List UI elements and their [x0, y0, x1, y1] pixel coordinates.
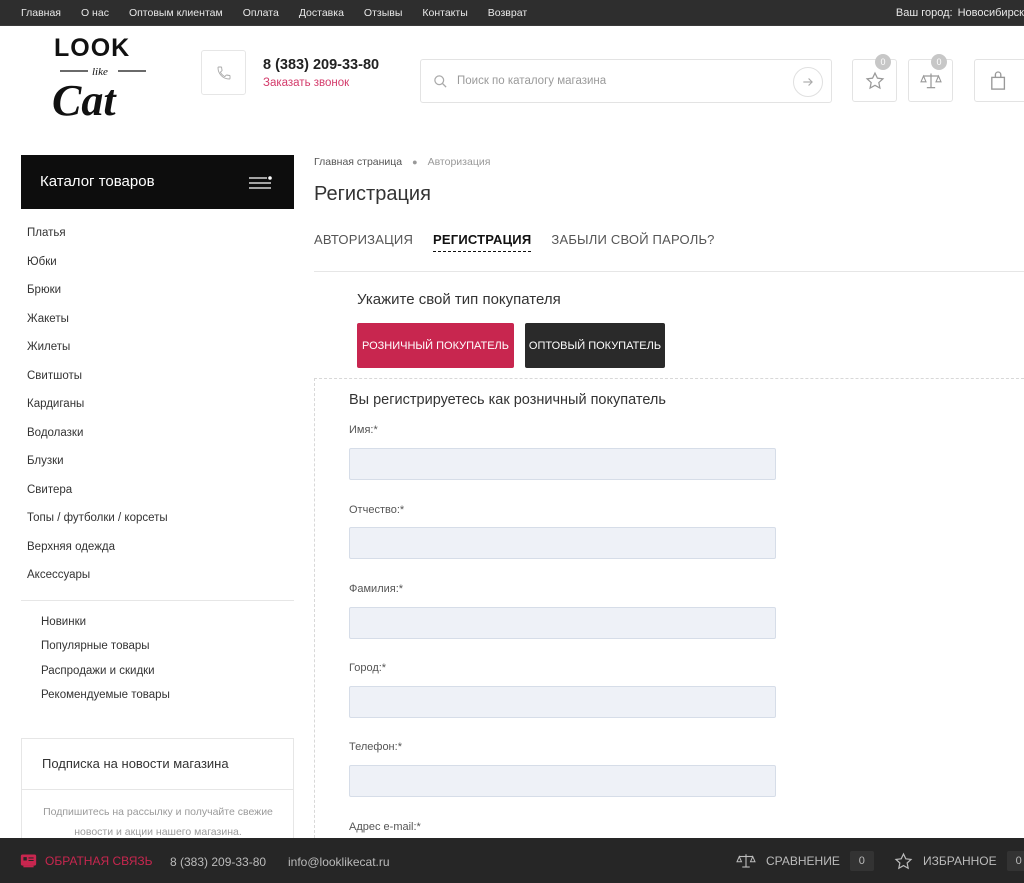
footer-favorites-count: 0 — [1006, 851, 1024, 871]
category-item[interactable]: Свитшоты — [27, 369, 287, 398]
category-item[interactable]: Кардиганы — [27, 397, 287, 426]
top-nav: Главная О нас Оптовым клиентам Оплата До… — [21, 0, 547, 26]
category-item[interactable]: Жакеты — [27, 312, 287, 341]
category-item[interactable]: Жилеты — [27, 340, 287, 369]
category-item[interactable]: Водолазки — [27, 426, 287, 455]
subscribe-divider — [22, 789, 293, 790]
breadcrumb: Главная страница ● Авторизация — [314, 156, 490, 168]
category-item[interactable]: Аксессуары — [27, 568, 287, 597]
feedback-button[interactable]: ОБРАТНАЯ СВЯЗЬ — [20, 852, 153, 869]
site-logo[interactable]: LOOK like Cat — [48, 33, 160, 129]
sub-link-new[interactable]: Новинки — [41, 615, 170, 639]
first-name-field[interactable] — [349, 448, 776, 480]
city-label: Ваш город: — [895, 7, 953, 19]
compare-count-badge: 0 — [931, 54, 947, 70]
buyer-type-title: Укажите свой тип покупателя — [357, 291, 561, 308]
last-name-label: Фамилия:* — [349, 583, 404, 595]
tab-register[interactable]: РЕГИСТРАЦИЯ — [433, 232, 532, 252]
email-label: Адрес e-mail:* — [349, 821, 421, 833]
auth-tabs: АВТОРИЗАЦИЯ РЕГИСТРАЦИЯ ЗАБЫЛИ СВОЙ ПАРО… — [314, 232, 735, 252]
phone-button[interactable] — [201, 50, 246, 95]
patronymic-field[interactable] — [349, 527, 776, 559]
callback-link[interactable]: Заказать звонок — [263, 77, 349, 89]
category-item[interactable]: Верхняя одежда — [27, 540, 287, 569]
category-item[interactable]: Свитера — [27, 483, 287, 512]
first-name-label: Имя:* — [349, 424, 378, 436]
category-item[interactable]: Платья — [27, 226, 287, 255]
footer-compare-label: СРАВНЕНИЕ — [766, 854, 840, 868]
search-input[interactable] — [457, 60, 787, 102]
city-value[interactable]: Новосибирск — [958, 7, 1024, 19]
category-item[interactable]: Брюки — [27, 283, 287, 312]
retail-buyer-button[interactable]: РОЗНИЧНЫЙ ПОКУПАТЕЛЬ — [357, 323, 514, 368]
top-nav-reviews[interactable]: Отзывы — [364, 7, 402, 19]
category-list: Платья Юбки Брюки Жакеты Жилеты Свитшоты… — [27, 226, 287, 597]
search-box — [420, 59, 832, 103]
top-nav-wholesale[interactable]: Оптовым клиентам — [129, 7, 223, 19]
favorites-button[interactable]: 0 — [852, 54, 897, 102]
star-icon — [865, 71, 884, 89]
last-name-field[interactable] — [349, 607, 776, 639]
top-nav-payment[interactable]: Оплата — [243, 7, 279, 19]
arrow-right-icon — [803, 78, 813, 86]
patronymic-label: Отчество:* — [349, 504, 405, 516]
city-selector[interactable]: Ваш город: Новосибирск — [896, 0, 1024, 26]
wholesale-buyer-button[interactable]: ОПТОВЫЙ ПОКУПАТЕЛЬ — [525, 323, 665, 368]
favorites-count-badge: 0 — [875, 54, 891, 70]
catalog-menu-toggle[interactable]: Каталог товаров — [21, 155, 294, 209]
breadcrumb-separator-icon: ● — [412, 157, 418, 167]
page-title: Регистрация — [314, 183, 431, 205]
category-item[interactable]: Блузки — [27, 454, 287, 483]
sidebar-sub-links: Новинки Популярные товары Распродажи и с… — [41, 615, 170, 712]
footer-email[interactable]: info@looklikecat.ru — [288, 855, 390, 869]
footer-compare-button[interactable]: СРАВНЕНИЕ 0 — [736, 851, 874, 871]
tab-forgot-password[interactable]: ЗАБЫЛИ СВОЙ ПАРОЛЬ? — [551, 232, 714, 252]
sub-link-popular[interactable]: Популярные товары — [41, 639, 170, 663]
catalog-title: Каталог товаров — [40, 173, 155, 190]
top-nav-about[interactable]: О нас — [81, 7, 109, 19]
feedback-icon — [20, 854, 37, 868]
top-bar: Главная О нас Оптовым клиентам Оплата До… — [0, 0, 1024, 26]
shopping-bag-icon — [991, 70, 1006, 90]
cart-button[interactable] — [974, 59, 1024, 102]
compare-button[interactable]: 0 — [908, 54, 953, 102]
form-title: Вы регистрируетесь как розничный покупат… — [349, 392, 666, 408]
svg-text:Cat: Cat — [52, 76, 117, 125]
scales-icon — [736, 854, 756, 868]
bottom-bar: ОБРАТНАЯ СВЯЗЬ 8 (383) 209-33-80 info@lo… — [0, 838, 1024, 883]
look-like-cat-logo-icon: LOOK like Cat — [52, 34, 146, 125]
breadcrumb-current: Авторизация — [427, 156, 491, 168]
category-item[interactable]: Юбки — [27, 255, 287, 284]
city-field-label: Город:* — [349, 662, 387, 674]
top-nav-returns[interactable]: Возврат — [488, 7, 527, 19]
svg-text:LOOK: LOOK — [54, 34, 130, 62]
tabs-divider — [314, 271, 1024, 272]
footer-phone[interactable]: 8 (383) 209-33-80 — [170, 855, 266, 869]
top-nav-contacts[interactable]: Контакты — [422, 7, 467, 19]
footer-favorites-label: ИЗБРАННОЕ — [923, 854, 997, 868]
top-nav-home[interactable]: Главная — [21, 7, 61, 19]
sub-link-sale[interactable]: Распродажи и скидки — [41, 664, 170, 688]
footer-favorites-button[interactable]: ИЗБРАННОЕ 0 — [894, 851, 1024, 871]
star-icon — [894, 852, 913, 869]
top-nav-delivery[interactable]: Доставка — [299, 7, 344, 19]
tab-login[interactable]: АВТОРИЗАЦИЯ — [314, 232, 413, 252]
scales-icon — [919, 73, 942, 88]
category-item[interactable]: Топы / футболки / корсеты — [27, 511, 287, 540]
subscribe-description: Подпишитесь на рассылку и получайте свеж… — [43, 806, 273, 838]
phone-icon — [217, 66, 230, 79]
footer-compare-count: 0 — [849, 851, 874, 871]
sidebar-divider — [21, 600, 294, 601]
feedback-label: ОБРАТНАЯ СВЯЗЬ — [45, 853, 153, 868]
subscribe-title: Подписка на новости магазина — [42, 756, 229, 771]
city-field[interactable] — [349, 686, 776, 718]
search-icon — [434, 75, 447, 88]
search-submit-button[interactable] — [793, 67, 823, 97]
header-phone[interactable]: 8 (383) 209-33-80 — [263, 57, 379, 73]
breadcrumb-home[interactable]: Главная страница — [314, 156, 402, 168]
phone-field[interactable] — [349, 765, 776, 797]
sub-link-recommended[interactable]: Рекомендуемые товары — [41, 688, 170, 712]
phone-label: Телефон:* — [349, 741, 402, 753]
menu-icon — [249, 176, 272, 189]
